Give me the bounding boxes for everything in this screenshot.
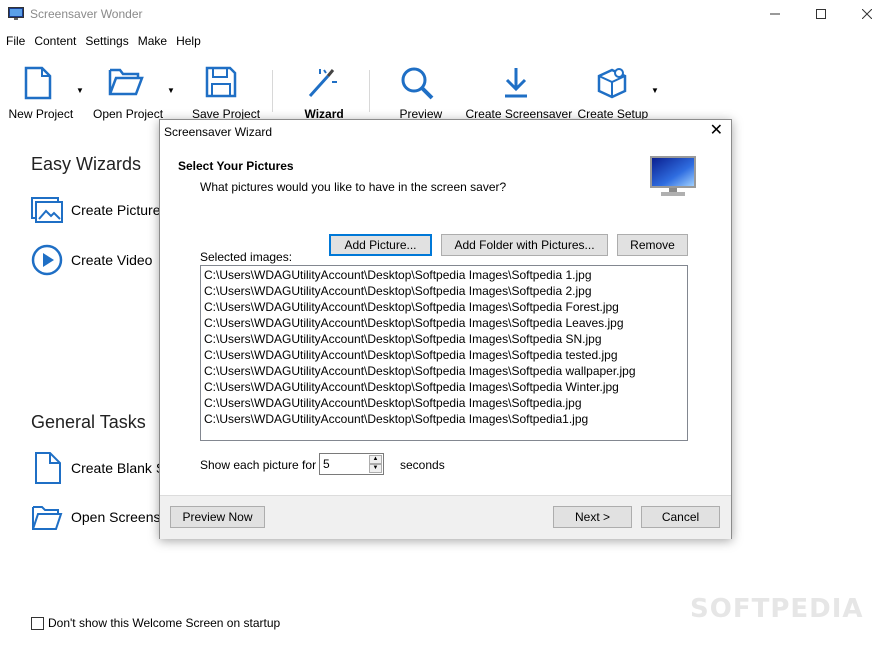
chevron-down-icon[interactable]: ▼ xyxy=(651,86,659,95)
menu-help[interactable]: Help xyxy=(173,30,204,52)
open-folder-icon xyxy=(32,506,63,530)
preview-now-button[interactable]: Preview Now xyxy=(170,506,265,528)
download-arrow-icon xyxy=(505,68,527,98)
title-bar: Screensaver Wonder xyxy=(0,0,890,28)
add-picture-button[interactable]: Add Picture... xyxy=(329,234,432,256)
create-picture-label: Create Picture xyxy=(71,202,161,218)
dialog-close-button[interactable]: ✕ xyxy=(710,123,723,139)
magnifier-icon xyxy=(401,67,434,100)
dont-show-label: Don't show this Welcome Screen on startu… xyxy=(48,616,281,630)
maximize-button[interactable] xyxy=(798,0,844,28)
menu-settings[interactable]: Settings xyxy=(82,30,131,52)
blank-file-icon xyxy=(35,452,61,484)
selected-images-list[interactable]: C:\Users\WDAGUtilityAccount\Desktop\Soft… xyxy=(200,265,688,441)
screensaver-wizard-dialog: Screensaver Wizard ✕ Select Your Picture… xyxy=(159,119,732,539)
dialog-footer: Preview Now Next > Cancel xyxy=(160,495,731,539)
create-screensaver-button[interactable]: Create Screensaver xyxy=(466,58,572,122)
list-item[interactable]: C:\Users\WDAGUtilityAccount\Desktop\Soft… xyxy=(204,315,684,331)
create-video-link[interactable]: Create Video xyxy=(31,244,152,276)
list-item[interactable]: C:\Users\WDAGUtilityAccount\Desktop\Soft… xyxy=(204,331,684,347)
selected-images-label: Selected images: xyxy=(200,250,293,264)
dont-show-checkbox-row[interactable]: Don't show this Welcome Screen on startu… xyxy=(31,616,280,630)
maximize-icon xyxy=(816,9,826,19)
wizard-button[interactable]: Wizard xyxy=(302,58,346,122)
add-folder-button[interactable]: Add Folder with Pictures... xyxy=(441,234,608,256)
dont-show-checkbox[interactable] xyxy=(31,616,44,630)
duration-stepper[interactable]: 5 ▲ ▼ xyxy=(319,453,384,475)
new-file-icon xyxy=(24,66,52,100)
toolbar-separator xyxy=(272,70,273,112)
menu-bar: File Content Settings Make Help xyxy=(0,30,207,52)
general-tasks-title: General Tasks xyxy=(31,412,146,432)
seconds-label: seconds xyxy=(400,458,445,472)
duration-value[interactable]: 5 xyxy=(323,457,330,471)
new-project-button[interactable]: New Project xyxy=(6,58,76,122)
next-button[interactable]: Next > xyxy=(553,506,632,528)
chevron-down-icon[interactable]: ▼ xyxy=(76,86,84,95)
create-blank-link[interactable]: Create Blank S xyxy=(33,452,165,484)
new-project-label: New Project xyxy=(8,107,74,121)
list-item[interactable]: C:\Users\WDAGUtilityAccount\Desktop\Soft… xyxy=(204,379,684,395)
open-project-label: Open Project xyxy=(93,107,164,121)
list-item[interactable]: C:\Users\WDAGUtilityAccount\Desktop\Soft… xyxy=(204,363,684,379)
open-project-button[interactable]: Open Project xyxy=(92,58,164,122)
list-item[interactable]: C:\Users\WDAGUtilityAccount\Desktop\Soft… xyxy=(204,267,684,283)
create-video-label: Create Video xyxy=(71,252,153,268)
stepper-arrows: ▲ ▼ xyxy=(369,455,382,473)
play-icon xyxy=(31,244,63,276)
list-item[interactable]: C:\Users\WDAGUtilityAccount\Desktop\Soft… xyxy=(204,283,684,299)
create-blank-label: Create Blank S xyxy=(71,460,166,476)
stepper-down-icon[interactable]: ▼ xyxy=(369,464,382,473)
dialog-subheading: What pictures would you like to have in … xyxy=(200,180,507,194)
open-screensaver-label: Open Screens xyxy=(71,509,161,525)
monitor-icon xyxy=(650,156,696,196)
magic-wand-icon xyxy=(308,69,337,98)
open-screensaver-link[interactable]: Open Screens xyxy=(31,503,161,531)
open-folder-icon xyxy=(108,68,144,96)
list-item[interactable]: C:\Users\WDAGUtilityAccount\Desktop\Soft… xyxy=(204,411,684,427)
menu-file[interactable]: File xyxy=(3,30,28,52)
toolbar: New Project ▼ Open Project ▼ Save Projec… xyxy=(0,58,890,122)
create-picture-link[interactable]: Create Picture xyxy=(31,197,160,223)
list-item[interactable]: C:\Users\WDAGUtilityAccount\Desktop\Soft… xyxy=(204,347,684,363)
remove-button[interactable]: Remove xyxy=(617,234,688,256)
window-title: Screensaver Wonder xyxy=(30,7,143,21)
stepper-up-icon[interactable]: ▲ xyxy=(369,455,382,464)
dialog-title: Screensaver Wizard xyxy=(164,125,273,139)
close-window-button[interactable] xyxy=(844,0,890,28)
save-project-button[interactable]: Save Project xyxy=(191,58,261,122)
close-icon xyxy=(862,9,872,19)
package-box-icon xyxy=(597,68,627,99)
menu-make[interactable]: Make xyxy=(135,30,170,52)
minimize-button[interactable] xyxy=(752,0,798,28)
softpedia-watermark: SOFTPEDIA xyxy=(690,594,864,624)
chevron-down-icon[interactable]: ▼ xyxy=(167,86,175,95)
show-each-label: Show each picture for xyxy=(200,458,317,472)
dialog-heading: Select Your Pictures xyxy=(178,159,294,173)
toolbar-separator xyxy=(369,70,370,112)
cancel-button[interactable]: Cancel xyxy=(641,506,720,528)
menu-content[interactable]: Content xyxy=(31,30,79,52)
minimize-icon xyxy=(770,13,780,15)
save-disk-icon xyxy=(205,66,237,98)
picture-icon xyxy=(31,197,63,223)
app-icon xyxy=(8,7,24,20)
easy-wizards-title: Easy Wizards xyxy=(31,154,142,174)
create-setup-button[interactable]: Create Setup xyxy=(577,58,649,122)
preview-button[interactable]: Preview xyxy=(396,58,446,122)
list-item[interactable]: C:\Users\WDAGUtilityAccount\Desktop\Soft… xyxy=(204,299,684,315)
list-item[interactable]: C:\Users\WDAGUtilityAccount\Desktop\Soft… xyxy=(204,395,684,411)
